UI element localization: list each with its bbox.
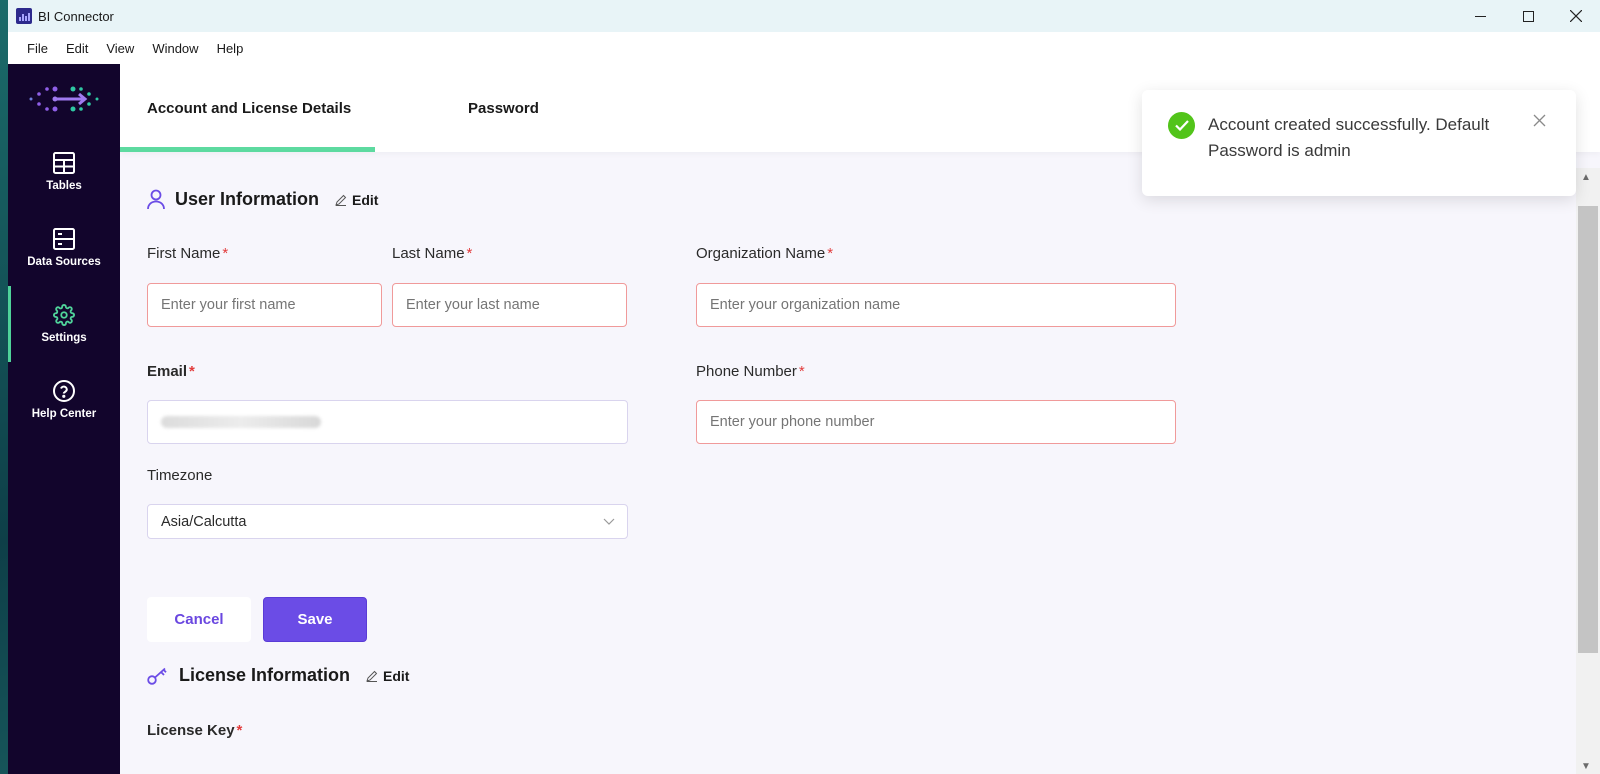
maximize-icon (1522, 10, 1534, 22)
sidebar-item-data-sources[interactable]: Data Sources (8, 210, 120, 286)
help-circle-icon (53, 380, 75, 402)
menu-edit[interactable]: Edit (57, 41, 97, 56)
edit-label: Edit (383, 667, 410, 684)
window-title: BI Connector (38, 8, 114, 24)
user-info-title: User Information (175, 189, 320, 209)
user-info-edit-button[interactable]: Edit (335, 192, 378, 208)
toast-message: Account created successfully. Default Pa… (1208, 115, 1490, 160)
brand-logo (8, 64, 120, 134)
menu-view[interactable]: View (97, 41, 143, 56)
sidebar-item-label: Help Center (31, 408, 97, 420)
close-window-button[interactable] (1552, 0, 1600, 32)
email-label: Email * (147, 363, 195, 380)
key-icon (147, 667, 167, 685)
menu-window[interactable]: Window (143, 41, 207, 56)
menu-file[interactable]: File (18, 41, 57, 56)
org-name-input[interactable] (696, 283, 1176, 327)
phone-label: Phone Number * (696, 363, 805, 380)
data-sources-icon (53, 228, 75, 250)
app-window: BI Connector File Edit View Window Help (8, 0, 1600, 774)
sidebar-item-help-center[interactable]: Help Center (8, 362, 120, 438)
brand-logo-icon (29, 86, 99, 112)
menu-help[interactable]: Help (208, 41, 253, 56)
user-info-header: User Information Edit (147, 189, 378, 210)
license-info-edit-button[interactable]: Edit (366, 668, 409, 684)
save-button[interactable]: Save (263, 597, 367, 642)
timezone-select[interactable]: Asia/Calcutta (147, 504, 628, 539)
license-key-label: License Key * (147, 722, 243, 739)
toast-close-button[interactable] (1533, 114, 1546, 132)
sidebar-item-tables[interactable]: Tables (8, 134, 120, 210)
maximize-button[interactable] (1504, 0, 1552, 32)
sidebar: Tables Data Sources Settings Help Center (8, 64, 120, 774)
last-name-label: Last Name * (392, 245, 473, 262)
success-toast: Account created successfully. Default Pa… (1142, 90, 1576, 196)
close-icon (1570, 10, 1582, 22)
first-name-input[interactable] (147, 283, 382, 327)
timezone-label: Timezone (147, 467, 213, 484)
org-name-label: Organization Name * (696, 245, 834, 262)
license-info-header: License Information Edit (147, 665, 409, 686)
app-logo-icon (16, 8, 32, 24)
vertical-scrollbar[interactable]: ▲ ▼ (1576, 168, 1600, 774)
first-name-label: First Name * (147, 245, 229, 262)
close-icon (1533, 114, 1546, 127)
minimize-icon (1474, 15, 1486, 17)
sidebar-item-settings[interactable]: Settings (8, 286, 120, 362)
chevron-down-icon (603, 518, 615, 525)
sidebar-item-label: Data Sources (27, 256, 101, 268)
title-bar: BI Connector (8, 0, 1600, 32)
tab-account-license[interactable]: Account and License Details (120, 64, 375, 152)
sidebar-item-label: Settings (41, 332, 87, 344)
email-field[interactable] (147, 400, 628, 444)
license-info-title: License Information (179, 665, 351, 685)
scroll-up-icon[interactable]: ▲ (1581, 172, 1591, 183)
minimize-button[interactable] (1456, 0, 1504, 32)
scrollbar-thumb[interactable] (1578, 206, 1598, 653)
menu-bar: File Edit View Window Help (8, 32, 1600, 64)
user-icon (147, 189, 165, 210)
table-icon (53, 152, 75, 174)
blurred-email-value (161, 416, 321, 428)
sidebar-item-label: Tables (46, 180, 82, 192)
pencil-icon (335, 194, 347, 206)
timezone-value: Asia/Calcutta (161, 513, 247, 530)
cancel-button[interactable]: Cancel (147, 597, 251, 642)
tab-password[interactable]: Password (375, 64, 539, 152)
edit-label: Edit (352, 191, 379, 208)
last-name-input[interactable] (392, 283, 627, 327)
gear-icon (53, 304, 75, 326)
success-check-icon (1168, 112, 1195, 139)
pencil-icon (366, 670, 378, 682)
scroll-down-icon[interactable]: ▼ (1581, 761, 1591, 772)
phone-input[interactable] (696, 400, 1176, 444)
